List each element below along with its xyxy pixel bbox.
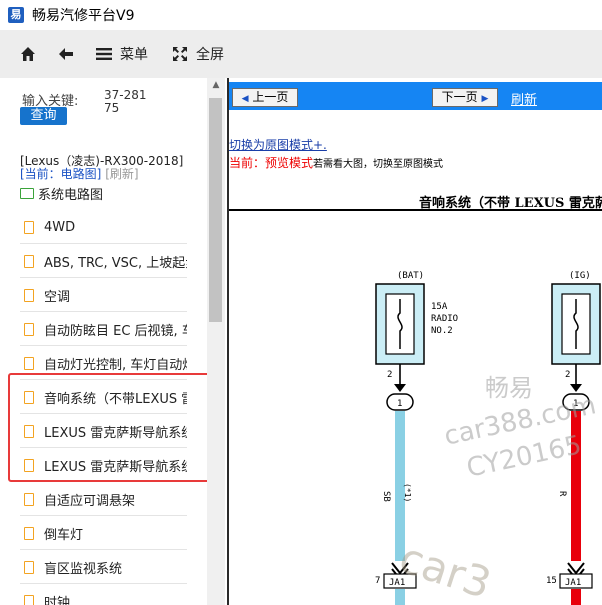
document-icon bbox=[24, 595, 34, 605]
sidebar-scrollbar[interactable]: ▲ bbox=[207, 78, 225, 605]
conn-left-pin: 7 bbox=[375, 576, 380, 586]
list-item-label: 4WD bbox=[44, 220, 76, 235]
list-item[interactable]: 盲区监视系统 bbox=[20, 552, 187, 584]
next-arrow-icon: ▶ bbox=[481, 94, 489, 104]
list-item[interactable]: 空调 bbox=[20, 280, 187, 312]
current-location: [当前：电路图] [刷新] bbox=[20, 165, 139, 182]
current-mode-prefix: 当前： bbox=[229, 156, 266, 170]
menu-button[interactable]: 菜单 bbox=[96, 44, 148, 64]
fullscreen-button[interactable]: 全屏 bbox=[172, 44, 224, 64]
window-title: 畅易汽修平台V9 bbox=[32, 8, 135, 24]
menu-icon bbox=[96, 48, 112, 60]
prev-page-label: 上一页 bbox=[252, 90, 289, 104]
list-item-label: 倒车灯 bbox=[44, 528, 84, 543]
document-icon bbox=[24, 323, 34, 336]
scroll-up-arrow-icon[interactable]: ▲ bbox=[207, 80, 225, 94]
list-item-label: 自动灯光控制, 车灯自动熄灭 bbox=[44, 358, 187, 373]
fuse-label-3: NO.2 bbox=[431, 326, 453, 336]
diagram-viewer: ◀ 上一页 下一页 ▶ 刷新 切换为原图模式+. 当前：预览模式若需看大图，切换… bbox=[227, 78, 602, 605]
document-icon bbox=[24, 527, 34, 540]
title-bar: 易 畅易汽修平台V9 bbox=[0, 0, 602, 30]
conn-right-label: JA1 bbox=[565, 578, 581, 588]
pin-left: 2 bbox=[387, 370, 392, 380]
highlight-box bbox=[8, 373, 225, 482]
wire-left-label: SB bbox=[381, 491, 391, 502]
bat-label: (BAT) bbox=[397, 271, 424, 281]
refresh-link[interactable]: 刷新 bbox=[511, 89, 537, 108]
fullscreen-label: 全屏 bbox=[196, 47, 224, 63]
next-page-label: 下一页 bbox=[441, 90, 478, 104]
fullscreen-icon bbox=[173, 47, 187, 61]
wire-left-extra: (*1) bbox=[403, 483, 412, 502]
document-icon bbox=[24, 561, 34, 574]
current-section: [当前：电路图] bbox=[20, 167, 102, 181]
document-icon bbox=[24, 221, 34, 234]
list-item-label: 自动防眩目 EC 后视镜, 车库门开 bbox=[44, 324, 187, 339]
wire-right-bottom bbox=[571, 589, 581, 605]
current-mode: 当前：预览模式若需看大图，切换至原图模式 bbox=[229, 154, 443, 171]
prev-page-button[interactable]: ◀ 上一页 bbox=[232, 88, 298, 107]
toolbar: 菜单 全屏 bbox=[0, 30, 602, 78]
document-icon bbox=[24, 357, 34, 370]
wire-right-label: R bbox=[557, 491, 567, 497]
next-page-button[interactable]: 下一页 ▶ bbox=[432, 88, 498, 107]
prev-arrow-icon: ◀ bbox=[241, 94, 249, 104]
back-arrow-icon bbox=[59, 48, 73, 60]
conn-right-pin: 15 bbox=[546, 576, 557, 586]
search-button[interactable]: 查询 bbox=[20, 107, 67, 125]
sidebar-refresh-link[interactable]: [刷新] bbox=[105, 167, 138, 181]
current-mode-hint: 若需看大图，切换至原图模式 bbox=[313, 159, 444, 170]
document-icon bbox=[24, 289, 34, 302]
menu-label: 菜单 bbox=[120, 47, 148, 63]
circle-left-label: 1 bbox=[397, 399, 402, 409]
list-item[interactable]: 自动防眩目 EC 后视镜, 车库门开 bbox=[20, 314, 187, 346]
list-item-label: ABS, TRC, VSC, 上坡起步辅助 bbox=[44, 256, 187, 271]
tree-root-folder[interactable]: 系统电路图 bbox=[20, 184, 103, 203]
fuse-label-2: RADIO bbox=[431, 314, 458, 324]
watermark-1: 畅易 bbox=[485, 374, 533, 402]
app-icon: 易 bbox=[8, 7, 24, 23]
list-item[interactable]: 倒车灯 bbox=[20, 518, 187, 550]
ig-label: (IG) bbox=[569, 271, 591, 281]
pin-right: 2 bbox=[565, 370, 570, 380]
switch-mode-link[interactable]: 切换为原图模式+. bbox=[229, 136, 327, 153]
home-button[interactable] bbox=[20, 46, 36, 62]
tree-root-label: 系统电路图 bbox=[38, 188, 104, 203]
scrollbar-thumb[interactable] bbox=[209, 98, 222, 322]
arrow-right-icon bbox=[570, 384, 582, 392]
list-item[interactable]: 4WD bbox=[20, 212, 187, 244]
document-icon bbox=[24, 255, 34, 268]
back-button[interactable] bbox=[58, 46, 74, 62]
current-mode-value: 预览模式 bbox=[265, 156, 314, 170]
home-icon bbox=[21, 47, 35, 61]
sidebar: 输入关键: 37-28175 查询 [Lexus（凌志)-RX300-2018]… bbox=[0, 78, 225, 605]
list-item-label: 时钟 bbox=[44, 596, 71, 605]
folder-icon bbox=[20, 188, 34, 199]
list-item-label: 盲区监视系统 bbox=[44, 562, 123, 577]
list-item[interactable]: 时钟 bbox=[20, 586, 187, 605]
document-icon bbox=[24, 493, 34, 506]
page-nav-bar: ◀ 上一页 下一页 ▶ 刷新 bbox=[229, 82, 602, 110]
wire-left-bottom bbox=[395, 589, 405, 605]
fuse-label-1: 15A bbox=[431, 302, 448, 312]
arrow-left-icon bbox=[394, 384, 406, 392]
list-item-label: 空调 bbox=[44, 290, 71, 305]
list-item-label: 自适应可调悬架 bbox=[44, 494, 136, 509]
list-item[interactable]: ABS, TRC, VSC, 上坡起步辅助 bbox=[20, 246, 187, 278]
keyword-input[interactable]: 37-28175 bbox=[104, 89, 150, 115]
list-item[interactable]: 自适应可调悬架 bbox=[20, 484, 187, 516]
